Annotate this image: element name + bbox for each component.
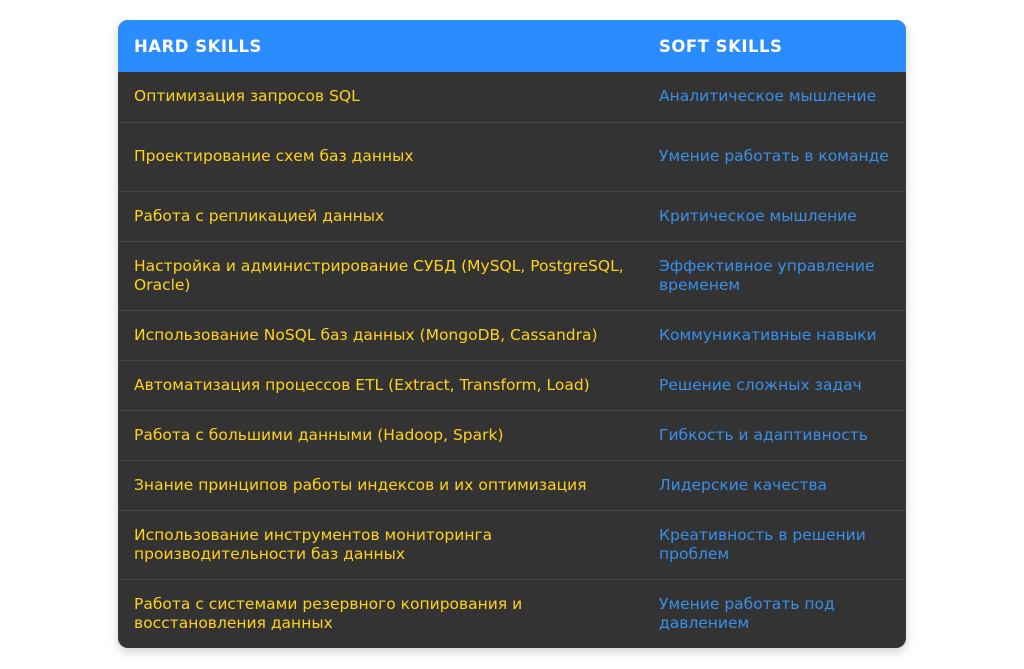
- hard-skill-cell: Работа с системами резервного копировани…: [134, 594, 523, 632]
- table-row: Проектирование схем баз данных Умение ра…: [118, 122, 906, 191]
- hard-skill-cell: Оптимизация запросов SQL: [134, 87, 360, 106]
- soft-skill-cell: Умение работать в команде: [659, 147, 889, 165]
- skills-table: HARD SKILLS SOFT SKILLS Оптимизация запр…: [118, 20, 906, 648]
- table-row: Использование инструментов мониторинга п…: [118, 510, 906, 579]
- table-row: Работа с системами резервного копировани…: [118, 579, 906, 648]
- table-body: Оптимизация запросов SQL Аналитическое м…: [118, 72, 906, 648]
- hard-skill-cell: Использование инструментов мониторинга п…: [134, 525, 493, 563]
- skills-table-card: HARD SKILLS SOFT SKILLS Оптимизация запр…: [118, 20, 906, 648]
- soft-skill-cell: Коммуникативные навыки: [659, 325, 877, 344]
- soft-skill-cell: Креативность в решении проблем: [659, 525, 866, 563]
- table-header: HARD SKILLS SOFT SKILLS: [118, 20, 906, 72]
- hard-skill-cell: Использование NoSQL баз данных (MongoDB,…: [134, 325, 598, 344]
- table-row: Настройка и администрирование СУБД (MySQ…: [118, 241, 906, 310]
- hard-skill-cell: Настройка и администрирование СУБД (MySQ…: [134, 256, 624, 294]
- hard-skill-cell: Знание принципов работы индексов и их оп…: [134, 475, 587, 494]
- table-row: Оптимизация запросов SQL Аналитическое м…: [118, 72, 906, 122]
- hard-skill-cell: Автоматизация процессов ETL (Extract, Tr…: [134, 375, 590, 394]
- soft-skill-cell: Эффективное управление временем: [659, 256, 875, 294]
- table-row: Работа с репликацией данных Критическое …: [118, 191, 906, 241]
- soft-skill-cell: Критическое мышление: [659, 206, 857, 225]
- header-soft-skills: SOFT SKILLS: [659, 36, 783, 56]
- header-hard-skills: HARD SKILLS: [134, 36, 262, 56]
- hard-skill-cell: Работа с большими данными (Hadoop, Spark…: [134, 425, 504, 444]
- table-row: Использование NoSQL баз данных (MongoDB,…: [118, 310, 906, 360]
- table-row: Знание принципов работы индексов и их оп…: [118, 460, 906, 510]
- soft-skill-cell: Решение сложных задач: [659, 375, 862, 394]
- soft-skill-cell: Лидерские качества: [659, 475, 827, 494]
- hard-skill-cell: Проектирование схем баз данных: [134, 147, 414, 165]
- header-row: HARD SKILLS SOFT SKILLS: [118, 20, 906, 72]
- table-row: Автоматизация процессов ETL (Extract, Tr…: [118, 360, 906, 410]
- soft-skill-cell: Умение работать под давлением: [659, 594, 835, 632]
- soft-skill-cell: Аналитическое мышление: [659, 87, 877, 106]
- table-row: Работа с большими данными (Hadoop, Spark…: [118, 410, 906, 460]
- soft-skill-cell: Гибкость и адаптивность: [659, 425, 868, 444]
- hard-skill-cell: Работа с репликацией данных: [134, 206, 385, 225]
